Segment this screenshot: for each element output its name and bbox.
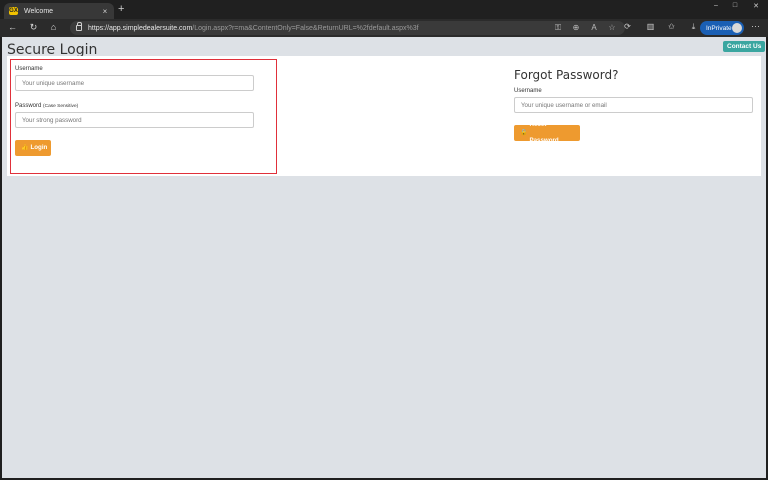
key-icon[interactable]: ⚿	[553, 23, 563, 33]
inprivate-label: InPrivate	[706, 24, 732, 32]
forgot-username-input[interactable]	[514, 97, 753, 113]
address-bar[interactable]: https://app.simpledealersuite.com /Login…	[70, 21, 625, 35]
forgot-password-title: Forgot Password?	[514, 68, 619, 82]
favorites-icon[interactable]: ✩	[666, 22, 677, 31]
tab-title: Welcome	[24, 7, 54, 15]
extension-icon[interactable]: ⟳	[622, 22, 633, 31]
browser-toolbar: ← ↻ ⌂ https://app.simpledealersuite.com …	[0, 19, 768, 37]
inprivate-badge[interactable]: InPrivate	[700, 21, 744, 35]
site-favicon-icon: GX	[9, 7, 18, 15]
more-menu-icon[interactable]: ···	[751, 21, 760, 31]
lock-icon	[76, 22, 82, 31]
download-icon[interactable]: ⤓	[688, 22, 699, 32]
lock-icon: 🔒	[520, 130, 528, 136]
split-screen-icon[interactable]: ▥	[645, 22, 656, 31]
zoom-icon[interactable]: ⊕	[571, 23, 581, 33]
close-tab-icon[interactable]: ×	[101, 7, 109, 16]
contact-us-button[interactable]: Contact Us	[723, 41, 766, 52]
maximize-icon[interactable]: □	[729, 2, 741, 9]
url-host: https://app.simpledealersuite.com	[88, 24, 193, 32]
tab-strip: GX Welcome × + – □ ✕	[0, 0, 768, 19]
close-window-icon[interactable]: ✕	[750, 2, 762, 10]
page-viewport: Secure Login Contact Us Username Passwor…	[2, 37, 766, 478]
new-tab-button[interactable]: +	[118, 4, 124, 15]
back-icon[interactable]: ←	[6, 21, 19, 34]
home-icon[interactable]: ⌂	[47, 21, 60, 34]
favorite-star-icon[interactable]: ☆	[607, 23, 617, 33]
annotation-highlight-box	[10, 59, 277, 174]
url-path: /Login.aspx?r=ma&ContentOnly=False&Retur…	[192, 24, 419, 32]
read-aloud-icon[interactable]: A	[589, 23, 599, 33]
reset-password-button[interactable]: 🔒 Reset Password	[514, 121, 580, 144]
reset-password-label: Reset Password	[529, 121, 559, 144]
minimize-icon[interactable]: –	[710, 2, 722, 9]
browser-tab[interactable]: GX Welcome ×	[4, 3, 114, 19]
profile-avatar	[732, 23, 742, 33]
refresh-icon[interactable]: ↻	[27, 21, 40, 34]
forgot-username-label: Username	[514, 88, 542, 94]
